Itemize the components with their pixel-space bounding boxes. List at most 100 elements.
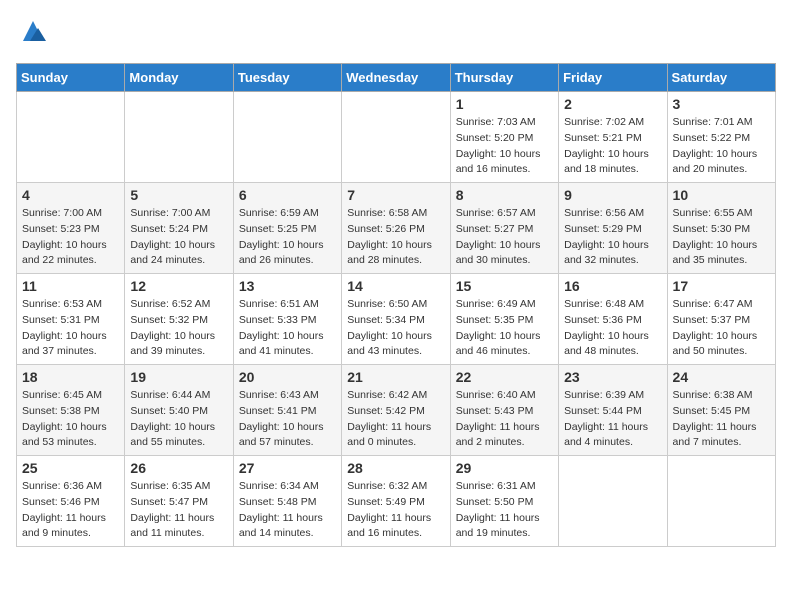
weekday-header-wednesday: Wednesday [342, 64, 450, 92]
calendar-cell [342, 92, 450, 183]
calendar-cell: 13Sunrise: 6:51 AMSunset: 5:33 PMDayligh… [233, 274, 341, 365]
day-info: Sunrise: 6:47 AMSunset: 5:37 PMDaylight:… [673, 297, 770, 360]
day-number: 8 [456, 187, 553, 203]
day-number: 3 [673, 96, 770, 112]
day-info: Sunrise: 6:44 AMSunset: 5:40 PMDaylight:… [130, 388, 227, 451]
calendar-cell: 25 Sunrise: 6:36 AMSunset: 5:46 PMDayligh… [17, 456, 125, 547]
day-number: 10 [673, 187, 770, 203]
day-info: Sunrise: 6:45 AMSunset: 5:38 PMDaylight:… [22, 388, 119, 451]
day-number: 27 [239, 460, 336, 476]
day-number: 9 [564, 187, 661, 203]
calendar-cell: 27 Sunrise: 6:34 AMSunset: 5:48 PMDayligh… [233, 456, 341, 547]
day-info: Sunrise: 6:40 AMSunset: 5:43 PMDaylight:… [456, 388, 553, 451]
calendar-cell: 6 Sunrise: 6:59 AMSunset: 5:25 PMDaylight… [233, 183, 341, 274]
calendar-cell: 20Sunrise: 6:43 AMSunset: 5:41 PMDayligh… [233, 365, 341, 456]
day-info: Sunrise: 6:36 AMSunset: 5:46 PMDaylight:… [22, 479, 119, 542]
calendar-week-row: 1 Sunrise: 7:03 AMSunset: 5:20 PMDaylight… [17, 92, 776, 183]
day-number: 19 [130, 369, 227, 385]
calendar-cell: 29 Sunrise: 6:31 AMSunset: 5:50 PMDayligh… [450, 456, 558, 547]
day-info: Sunrise: 6:57 AMSunset: 5:27 PMDaylight:… [456, 206, 553, 269]
day-number: 25 [22, 460, 119, 476]
calendar-cell: 23 Sunrise: 6:39 AMSunset: 5:44 PMDayligh… [559, 365, 667, 456]
day-info: Sunrise: 6:31 AMSunset: 5:50 PMDaylight:… [456, 479, 553, 542]
calendar-week-row: 18 Sunrise: 6:45 AMSunset: 5:38 PMDayligh… [17, 365, 776, 456]
day-number: 23 [564, 369, 661, 385]
day-info: Sunrise: 6:58 AMSunset: 5:26 PMDaylight:… [347, 206, 444, 269]
day-number: 20 [239, 369, 336, 385]
day-number: 15 [456, 278, 553, 294]
weekday-header-friday: Friday [559, 64, 667, 92]
day-info: Sunrise: 6:35 AMSunset: 5:47 PMDaylight:… [130, 479, 227, 542]
day-info: Sunrise: 7:01 AMSunset: 5:22 PMDaylight:… [673, 115, 770, 178]
day-info: Sunrise: 6:48 AMSunset: 5:36 PMDaylight:… [564, 297, 661, 360]
calendar-cell: 18 Sunrise: 6:45 AMSunset: 5:38 PMDayligh… [17, 365, 125, 456]
calendar-week-row: 25 Sunrise: 6:36 AMSunset: 5:46 PMDayligh… [17, 456, 776, 547]
calendar-cell: 3 Sunrise: 7:01 AMSunset: 5:22 PMDaylight… [667, 92, 775, 183]
calendar-cell: 19 Sunrise: 6:44 AMSunset: 5:40 PMDayligh… [125, 365, 233, 456]
day-info: Sunrise: 6:32 AMSunset: 5:49 PMDaylight:… [347, 479, 444, 542]
day-info: Sunrise: 6:39 AMSunset: 5:44 PMDaylight:… [564, 388, 661, 451]
day-number: 6 [239, 187, 336, 203]
calendar-cell: 9 Sunrise: 6:56 AMSunset: 5:29 PMDaylight… [559, 183, 667, 274]
weekday-header-row: SundayMondayTuesdayWednesdayThursdayFrid… [17, 64, 776, 92]
day-info: Sunrise: 6:55 AMSunset: 5:30 PMDaylight:… [673, 206, 770, 269]
day-info: Sunrise: 6:56 AMSunset: 5:29 PMDaylight:… [564, 206, 661, 269]
day-number: 7 [347, 187, 444, 203]
day-number: 18 [22, 369, 119, 385]
day-info: Sunrise: 7:00 AMSunset: 5:23 PMDaylight:… [22, 206, 119, 269]
day-number: 26 [130, 460, 227, 476]
day-info: Sunrise: 6:52 AMSunset: 5:32 PMDaylight:… [130, 297, 227, 360]
calendar-cell: 1 Sunrise: 7:03 AMSunset: 5:20 PMDaylight… [450, 92, 558, 183]
day-info: Sunrise: 6:49 AMSunset: 5:35 PMDaylight:… [456, 297, 553, 360]
calendar-cell: 4 Sunrise: 7:00 AMSunset: 5:23 PMDaylight… [17, 183, 125, 274]
calendar-cell: 10 Sunrise: 6:55 AMSunset: 5:30 PMDayligh… [667, 183, 775, 274]
day-number: 21 [347, 369, 444, 385]
day-number: 16 [564, 278, 661, 294]
calendar-cell: 7 Sunrise: 6:58 AMSunset: 5:26 PMDaylight… [342, 183, 450, 274]
day-info: Sunrise: 7:03 AMSunset: 5:20 PMDaylight:… [456, 115, 553, 178]
day-number: 11 [22, 278, 119, 294]
day-info: Sunrise: 6:53 AMSunset: 5:31 PMDaylight:… [22, 297, 119, 360]
weekday-header-monday: Monday [125, 64, 233, 92]
day-number: 1 [456, 96, 553, 112]
day-info: Sunrise: 6:59 AMSunset: 5:25 PMDaylight:… [239, 206, 336, 269]
day-number: 28 [347, 460, 444, 476]
day-number: 12 [130, 278, 227, 294]
calendar-cell: 15 Sunrise: 6:49 AMSunset: 5:35 PMDayligh… [450, 274, 558, 365]
day-number: 2 [564, 96, 661, 112]
weekday-header-thursday: Thursday [450, 64, 558, 92]
page-header [16, 16, 776, 51]
weekday-header-tuesday: Tuesday [233, 64, 341, 92]
calendar-cell: 22 Sunrise: 6:40 AMSunset: 5:43 PMDayligh… [450, 365, 558, 456]
calendar-cell: 12 Sunrise: 6:52 AMSunset: 5:32 PMDayligh… [125, 274, 233, 365]
calendar-cell [667, 456, 775, 547]
weekday-header-sunday: Sunday [17, 64, 125, 92]
calendar-cell: 21 Sunrise: 6:42 AMSunset: 5:42 PMDayligh… [342, 365, 450, 456]
calendar-cell: 28 Sunrise: 6:32 AMSunset: 5:49 PMDayligh… [342, 456, 450, 547]
day-info: Sunrise: 6:34 AMSunset: 5:48 PMDaylight:… [239, 479, 336, 542]
day-info: Sunrise: 7:02 AMSunset: 5:21 PMDaylight:… [564, 115, 661, 178]
calendar-cell [125, 92, 233, 183]
logo-icon [18, 16, 48, 46]
day-info: Sunrise: 6:42 AMSunset: 5:42 PMDaylight:… [347, 388, 444, 451]
weekday-header-saturday: Saturday [667, 64, 775, 92]
calendar-cell: 24Sunrise: 6:38 AMSunset: 5:45 PMDayligh… [667, 365, 775, 456]
day-number: 5 [130, 187, 227, 203]
calendar-cell: 8 Sunrise: 6:57 AMSunset: 5:27 PMDaylight… [450, 183, 558, 274]
calendar-cell: 5 Sunrise: 7:00 AMSunset: 5:24 PMDaylight… [125, 183, 233, 274]
calendar-table: SundayMondayTuesdayWednesdayThursdayFrid… [16, 63, 776, 547]
day-info: Sunrise: 6:50 AMSunset: 5:34 PMDaylight:… [347, 297, 444, 360]
day-number: 22 [456, 369, 553, 385]
day-number: 14 [347, 278, 444, 294]
calendar-cell [559, 456, 667, 547]
calendar-cell [17, 92, 125, 183]
calendar-cell: 2 Sunrise: 7:02 AMSunset: 5:21 PMDaylight… [559, 92, 667, 183]
calendar-cell: 14 Sunrise: 6:50 AMSunset: 5:34 PMDayligh… [342, 274, 450, 365]
day-number: 29 [456, 460, 553, 476]
calendar-cell: 16 Sunrise: 6:48 AMSunset: 5:36 PMDayligh… [559, 274, 667, 365]
day-number: 4 [22, 187, 119, 203]
calendar-cell: 26 Sunrise: 6:35 AMSunset: 5:47 PMDayligh… [125, 456, 233, 547]
day-info: Sunrise: 7:00 AMSunset: 5:24 PMDaylight:… [130, 206, 227, 269]
calendar-cell: 17Sunrise: 6:47 AMSunset: 5:37 PMDayligh… [667, 274, 775, 365]
day-info: Sunrise: 6:51 AMSunset: 5:33 PMDaylight:… [239, 297, 336, 360]
